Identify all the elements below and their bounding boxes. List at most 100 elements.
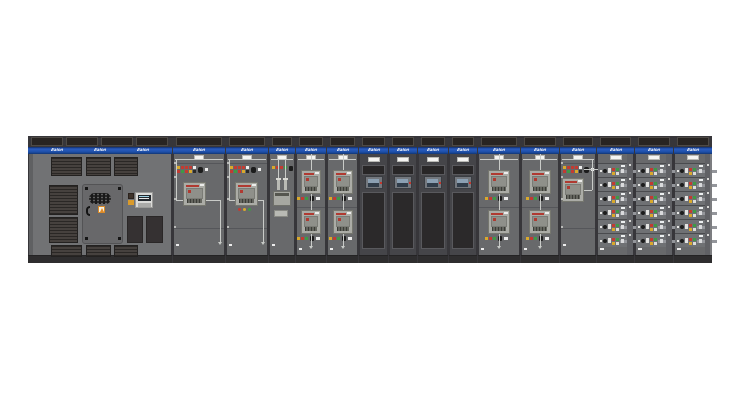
indicator-light-yellow [612,186,615,189]
kick-base [560,255,596,263]
control-knob [289,166,293,171]
unit-reset-button [608,238,611,243]
mimic-line [285,159,286,179]
mcc-unit-row [675,205,705,219]
indicator-light [489,237,492,240]
door-label [600,248,604,250]
mcc-unit-row [598,177,627,191]
mimic-arrow [497,246,501,249]
dark-panel [127,216,143,243]
louver-vent [114,157,138,176]
brand-logo: Eaton [275,149,289,153]
unit-switch-knob [641,197,645,201]
indicator-light-red [689,182,692,185]
breaker-top-label [532,173,544,175]
top-grille-strip [418,136,448,147]
indicator-light-red [650,168,653,171]
control-label [258,168,261,171]
nameplate [457,157,469,162]
mimic-line [311,154,312,170]
mimic-line [220,200,221,242]
mimic-line [311,234,312,246]
dark-panel [146,216,163,243]
indicator-light-white [616,200,619,203]
meter-keypad [138,203,151,207]
hmi-display-glow [368,179,379,183]
mcc-unit-row [636,233,666,247]
unit-reset-button [608,196,611,201]
indicator-light [246,170,249,173]
indicator-light-yellow [650,172,653,175]
indicator-light-yellow [650,186,653,189]
end-panel [29,154,33,255]
indicator-light [297,197,300,200]
control-knob [198,167,203,173]
indicator-light-red [689,238,692,241]
indicator-light [189,166,192,169]
mimic-line [271,159,293,160]
breaker-top-label [532,213,544,215]
kick-base [521,255,559,263]
indicator-light [493,197,496,200]
top-grille-strip [560,136,596,147]
bay-13-breaker: Eaton [560,136,596,263]
breaker-red-indicator [493,218,496,221]
indicator-light-green [654,238,657,241]
wireway-mark [629,206,631,208]
breaker-door [82,184,123,244]
indicator-light [526,197,529,200]
circuit-breaker [562,178,584,202]
breaker-tab [252,184,256,186]
indicator-light-yellow [689,186,692,189]
indicator-light-yellow [612,242,615,245]
hmi-power-led [469,182,471,184]
indicator-light-yellow [689,200,692,203]
top-grille [524,137,556,146]
warning-label [98,206,105,213]
circuit-breaker [529,210,551,234]
top-grille [563,137,593,146]
wireway-mark [707,192,709,194]
warning-triangle-icon [100,208,104,212]
indicator-light-white [654,242,657,245]
indicator-light-yellow [612,200,615,203]
hinge-mark [174,162,176,164]
hmi-display-glow [427,179,438,183]
unit-tag [621,221,625,223]
meter-display [135,192,153,208]
circuit-breaker [488,210,510,234]
unit-reset-button [685,210,688,215]
bay-04-aux: Eaton [269,136,295,263]
kick-base [173,255,225,263]
indicator-light [485,197,488,200]
indicator-light-red [612,196,615,199]
indicator-light [234,170,237,173]
indicator-light [189,170,192,173]
hmi-power-led [380,182,382,184]
unit-label [638,226,640,228]
bay-16-mcc: Eaton [674,136,712,263]
unit-switch-knob [603,183,607,187]
wireway-mark [668,234,670,236]
top-grille-strip [269,136,295,147]
unit-tag [621,235,625,237]
unit-label [677,184,679,186]
top-grille [330,137,355,146]
indicator-light [272,166,275,169]
wireway-trim [627,154,633,255]
indicator-light [177,170,180,173]
unit-handle-cap [660,169,663,173]
top-grille-strip [28,136,172,147]
breaker-top-label [186,185,199,187]
mcc-unit-row [636,219,666,233]
transformer-label [274,210,288,217]
bay-14-mcc: Eaton [597,136,634,263]
hinge-mark [561,162,563,164]
unit-label [600,170,602,172]
indicator-light-white [616,228,619,231]
top-grille [272,137,292,146]
unit-reset-button [685,168,688,173]
mimic-line [499,194,500,210]
top-grille [452,137,474,146]
top-grille [677,137,709,146]
